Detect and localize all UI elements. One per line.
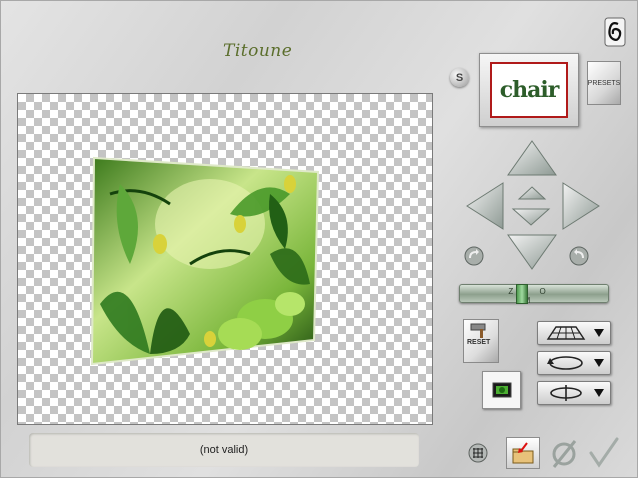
open-folder-icon [512,442,534,464]
cancel-icon[interactable] [549,439,579,469]
rotate-ellipse-icon [547,356,583,370]
presets-button[interactable]: PRESETS [587,61,621,105]
perspective-grid-icon [546,326,586,340]
arrow-down-icon[interactable] [506,233,558,271]
image-preview-button[interactable] [482,371,521,409]
s-label: S [455,71,464,84]
arrow-back-icon[interactable] [511,207,551,227]
zoom-slider[interactable]: Z O M [459,284,609,305]
open-file-button[interactable] [506,437,540,469]
ok-check-icon[interactable] [587,437,621,469]
chevron-down-icon [594,329,604,337]
perspective-mode-button[interactable] [537,321,611,345]
flip-around-icon [550,385,582,401]
arrow-left-icon[interactable] [465,181,505,231]
app-title: Titoune [223,41,293,61]
rotate-mode-button[interactable] [537,351,611,375]
arrow-forward-icon[interactable] [517,185,547,201]
arrow-right-icon[interactable] [561,181,601,231]
chevron-down-icon [594,359,604,367]
plugin-window: Titoune (not valid) S chair PRESETS Z O … [0,0,638,478]
hammer-icon [470,323,486,338]
status-text: (not valid) [199,444,249,456]
presets-label: PRESETS [587,79,621,87]
reset-button[interactable]: RESET [463,319,499,363]
save-settings-button[interactable]: S [450,68,469,87]
chevron-down-icon [594,389,604,397]
rotate-left-icon[interactable] [464,246,484,266]
preview-canvas[interactable] [17,93,433,425]
preset-preview-image: chair [490,62,568,118]
image-thumbnail-icon [492,382,511,398]
preview-text: chair [499,77,560,103]
reset-label: RESET [467,339,491,346]
arrow-up-icon[interactable] [506,139,558,177]
paperclip-logo-icon [604,17,626,47]
jungle-image [90,156,320,366]
preset-preview[interactable]: chair [479,53,579,127]
flip-mode-button[interactable] [537,381,611,405]
zoom-label: Z O M [508,287,558,305]
zoom-slider-handle[interactable] [516,284,528,304]
status-bar: (not valid) [29,433,419,467]
grid-icon[interactable] [468,443,488,463]
rotate-right-icon[interactable] [569,246,589,266]
